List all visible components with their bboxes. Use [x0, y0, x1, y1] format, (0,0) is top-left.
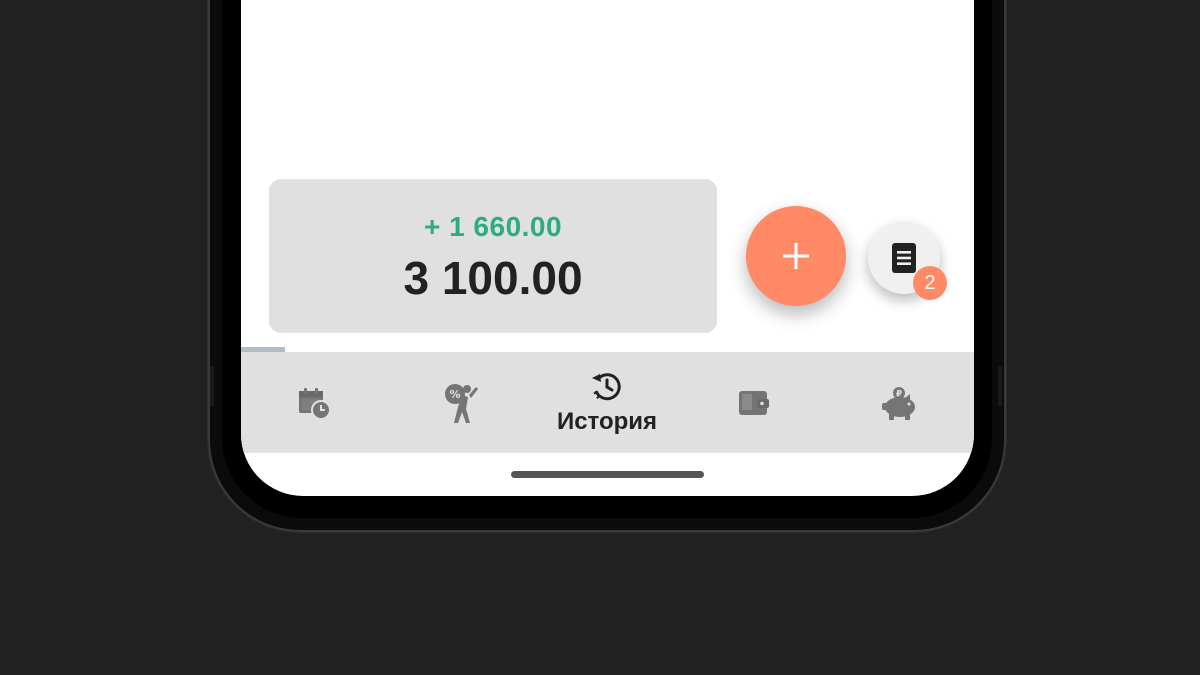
plus-icon	[783, 243, 809, 269]
balance-total: 3 100.00	[403, 252, 583, 304]
home-indicator	[511, 471, 704, 478]
nav-item-calendar[interactable]	[241, 352, 387, 453]
history-icon	[592, 372, 621, 400]
app-screen: + 1 660.00 3 100.00 2 % История ₽	[241, 0, 974, 496]
add-transaction-button[interactable]	[746, 206, 846, 306]
balance-card: + 1 660.00 3 100.00	[269, 179, 717, 333]
nav-item-savings[interactable]: ₽	[827, 352, 973, 453]
documents-count-badge: 2	[913, 266, 947, 300]
piggy-bank-icon: ₽	[882, 386, 915, 420]
phone-side-button-right	[998, 366, 1002, 406]
nav-item-history[interactable]: История	[534, 352, 680, 453]
svg-text:%: %	[449, 388, 460, 401]
phone-side-button-left	[210, 366, 214, 406]
wallet-icon	[739, 390, 769, 415]
stage: + 1 660.00 3 100.00 2 % История ₽	[0, 0, 1200, 675]
calendar-clock-icon	[299, 387, 331, 420]
bottom-navigation: % История ₽	[241, 352, 974, 453]
balance-change: + 1 660.00	[423, 211, 563, 242]
debt-burden-icon: %	[445, 383, 478, 423]
nav-item-history-label: История	[556, 407, 658, 435]
document-icon	[892, 243, 916, 273]
nav-item-wallet[interactable]	[681, 352, 827, 453]
nav-item-debts[interactable]: %	[387, 352, 533, 453]
